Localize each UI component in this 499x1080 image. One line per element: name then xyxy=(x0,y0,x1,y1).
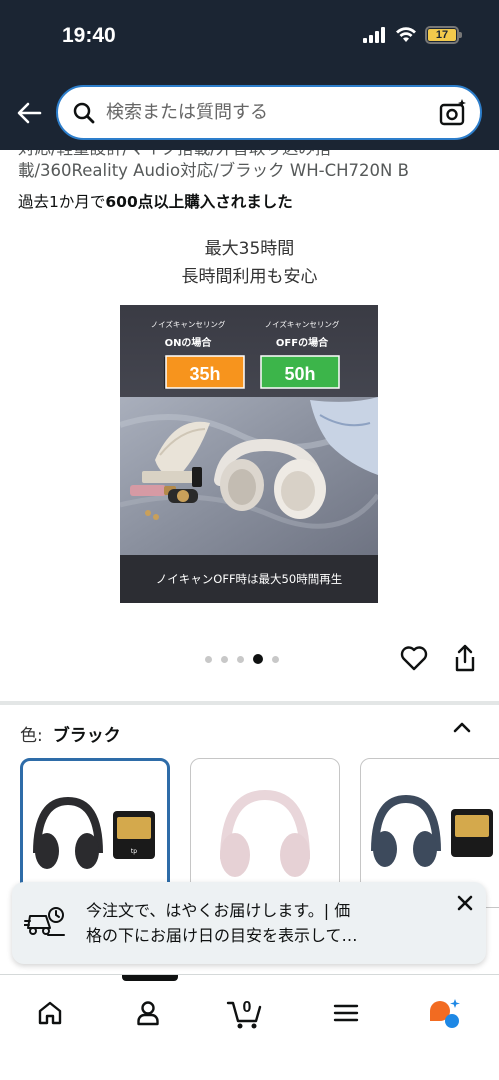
section-divider xyxy=(0,701,499,705)
nav-menu[interactable] xyxy=(326,993,366,1033)
image-footer-text: ノイキャンOFF時は最大50時間再生 xyxy=(156,572,342,586)
battery-icon: 17 xyxy=(425,26,462,44)
close-icon[interactable] xyxy=(452,890,478,916)
home-icon xyxy=(38,1001,62,1025)
cart-count: 0 xyxy=(243,999,252,1016)
wifi-icon xyxy=(396,27,416,42)
nav-account[interactable] xyxy=(128,993,168,1033)
bottom-navigation: 0 xyxy=(0,974,499,1080)
svg-text:tp: tp xyxy=(131,848,137,855)
purchase-count: 過去1か月で600点以上購入されました xyxy=(18,190,293,212)
nc-on-label: ノイズキャンセリング xyxy=(151,319,226,329)
cart-icon: 0 xyxy=(226,999,262,1029)
nc-on-hours: 35h xyxy=(189,364,220,384)
back-arrow-icon[interactable] xyxy=(14,98,44,128)
nc-off-hours: 50h xyxy=(284,364,315,384)
nc-off-label: ノイズキャンセリング xyxy=(265,319,340,329)
search-input[interactable] xyxy=(106,87,426,138)
rufus-chat-icon xyxy=(430,999,460,1028)
nav-home[interactable] xyxy=(30,993,70,1033)
nav-active-indicator xyxy=(122,975,178,981)
product-image[interactable]: ノイズキャンセリング ONの場合 35h ノイズキャンセリング OFFの場合 5… xyxy=(120,305,378,603)
carousel-dot-active[interactable] xyxy=(253,654,263,664)
carousel-dot[interactable] xyxy=(237,655,244,663)
color-label: 色: xyxy=(20,726,43,746)
product-title-line-2: 載/360Reality Audio対応/ブラック WH-CH720N B xyxy=(18,161,409,180)
nc-on-sub: ONの場合 xyxy=(165,336,213,349)
product-title-line-1: 対応/軽量設計/マイク搭載/外音取り込み搭 xyxy=(18,150,488,160)
nav-cart[interactable]: 0 xyxy=(226,993,266,1033)
chevron-up-icon[interactable] xyxy=(452,718,472,738)
nav-rufus-ai[interactable] xyxy=(424,993,464,1033)
camera-search-icon[interactable] xyxy=(438,98,468,128)
color-selector-header: 色: ブラック xyxy=(20,721,121,746)
image-caption-line-1: 最大35時間 xyxy=(204,239,295,259)
color-value: ブラック xyxy=(52,726,121,746)
hamburger-menu-icon xyxy=(333,1004,359,1022)
search-icon xyxy=(73,102,95,124)
account-icon xyxy=(137,1001,159,1026)
toast-line-1: 今注文で、はやくお届けします。| 価 xyxy=(86,901,351,920)
status-time: 19:40 xyxy=(62,24,116,47)
delivery-toast[interactable]: 今注文で、はやくお届けします。| 価 格の下にお届け日の目安を表示して… xyxy=(12,882,486,964)
carousel-dot[interactable] xyxy=(221,655,228,663)
purchase-prefix: 過去1か月で xyxy=(18,193,106,211)
carousel-dot[interactable] xyxy=(205,655,212,663)
app-header: 19:40 17 xyxy=(0,0,499,150)
status-icons: 17 xyxy=(363,26,462,44)
carousel-dots xyxy=(205,654,279,664)
heart-icon[interactable] xyxy=(400,645,428,671)
delivery-truck-icon xyxy=(24,907,65,936)
toast-message: 今注文で、はやくお届けします。| 価 格の下にお届け日の目安を表示して… xyxy=(86,898,446,948)
share-icon[interactable] xyxy=(452,643,478,673)
purchase-count-bold: 600点以上購入されました xyxy=(105,193,293,211)
signal-icon xyxy=(363,27,385,43)
image-caption-line-2: 長時間利用も安心 xyxy=(181,267,318,287)
toast-line-2: 格の下にお届け日の目安を表示して… xyxy=(86,926,358,945)
search-bar[interactable] xyxy=(56,85,482,140)
product-title[interactable]: 対応/軽量設計/マイク搭載/外音取り込み搭 載/360Reality Audio… xyxy=(18,150,488,182)
battery-level: 17 xyxy=(435,29,449,41)
product-photo: ノイズキャンセリング ONの場合 35h ノイズキャンセリング OFFの場合 5… xyxy=(120,305,378,603)
carousel-dot[interactable] xyxy=(272,655,279,663)
nc-off-sub: OFFの場合 xyxy=(276,336,329,349)
